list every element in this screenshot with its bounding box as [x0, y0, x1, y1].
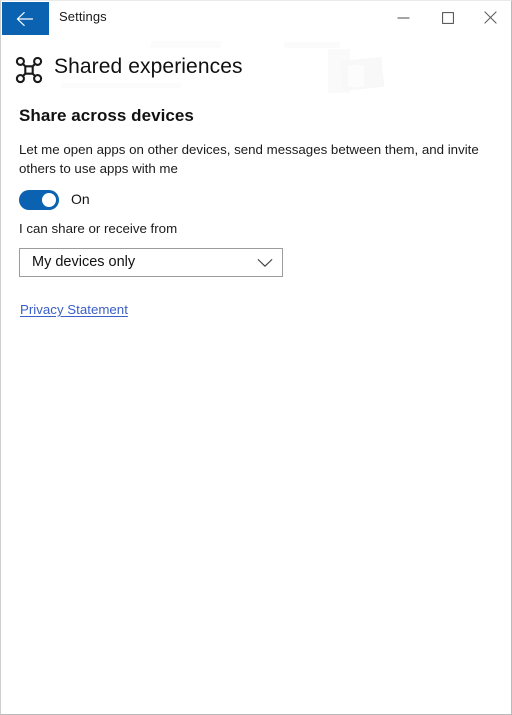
background-artifact [150, 41, 222, 48]
minimize-icon [397, 13, 410, 23]
share-source-label: I can share or receive from [19, 221, 178, 236]
title-bar: Settings [1, 1, 511, 36]
settings-window: Settings Shared experiences Share across… [0, 0, 512, 715]
back-button[interactable] [2, 2, 49, 35]
shared-experiences-icon [13, 54, 45, 86]
background-artifact [283, 42, 341, 48]
share-source-dropdown[interactable]: My devices only [19, 248, 283, 277]
section-heading: Share across devices [19, 106, 194, 125]
close-button[interactable] [468, 2, 511, 33]
back-arrow-icon [15, 11, 37, 27]
page-header: Shared experiences [1, 51, 511, 95]
chevron-down-icon [257, 258, 273, 268]
minimize-button[interactable] [381, 2, 426, 33]
maximize-button[interactable] [425, 2, 470, 33]
window-title: Settings [59, 9, 107, 24]
page-title: Shared experiences [54, 55, 243, 78]
toggle-state-label: On [71, 191, 90, 207]
privacy-statement-link[interactable]: Privacy Statement [20, 302, 128, 317]
share-across-devices-toggle[interactable] [19, 190, 59, 210]
section-description: Let me open apps on other devices, send … [19, 142, 479, 176]
maximize-icon [441, 11, 454, 24]
close-icon [484, 11, 497, 24]
dropdown-selected-value: My devices only [32, 254, 136, 270]
toggle-knob [42, 193, 56, 207]
